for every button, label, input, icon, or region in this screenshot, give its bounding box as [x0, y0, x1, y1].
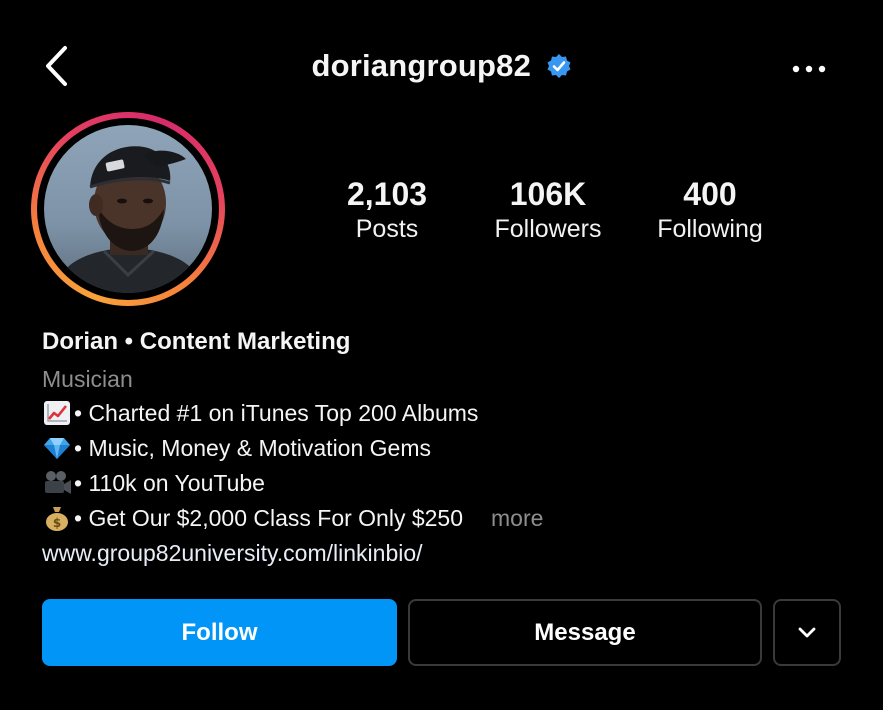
- bio-line-text: • Charted #1 on iTunes Top 200 Albums: [74, 400, 479, 426]
- follow-button-label: Follow: [181, 618, 258, 646]
- profile-bio: Dorian • Content Marketing Musician • Ch…: [42, 326, 842, 570]
- bio-line: • 110k on YouTube: [42, 466, 842, 501]
- follow-button[interactable]: Follow: [42, 599, 397, 666]
- movie-camera-emoji-icon: [42, 470, 72, 496]
- bio-line-text: • 110k on YouTube: [74, 470, 265, 496]
- more-horizontal-icon: [792, 65, 826, 73]
- bio-line: • Charted #1 on iTunes Top 200 Albums: [42, 396, 842, 431]
- posts-label: Posts: [355, 215, 419, 243]
- profile-category: Musician: [42, 366, 133, 392]
- following-label: Following: [657, 215, 763, 243]
- following-count: 400: [683, 176, 737, 212]
- svg-text:$: $: [53, 516, 61, 530]
- bio-website-link[interactable]: www.group82university.com/linkinbio/: [42, 536, 842, 570]
- bio-line-text: • Get Our $2,000 Class For Only $250: [74, 505, 464, 531]
- chart-increasing-emoji-icon: [42, 400, 72, 426]
- verified-badge-icon: [546, 53, 572, 79]
- gem-emoji-icon: [42, 435, 72, 461]
- bio-line-text: • Music, Money & Motivation Gems: [74, 435, 431, 461]
- followers-stat[interactable]: 106K Followers: [478, 174, 618, 244]
- posts-count: 2,103: [346, 176, 428, 212]
- message-button[interactable]: Message: [408, 599, 762, 666]
- profile-header: doriangroup82: [0, 0, 883, 130]
- chevron-down-icon: [798, 627, 816, 637]
- username-title: doriangroup82: [311, 48, 532, 83]
- following-stat[interactable]: 400 Following: [640, 174, 780, 244]
- bio-line: • Music, Money & Motivation Gems: [42, 431, 842, 466]
- followers-label: Followers: [494, 215, 602, 243]
- options-button[interactable]: [790, 58, 830, 80]
- followers-count: 106K: [509, 176, 587, 212]
- profile-avatar[interactable]: [31, 112, 225, 306]
- bio-more-link[interactable]: more: [491, 505, 543, 531]
- display-name: Dorian • Content Marketing: [42, 328, 351, 355]
- title-area: doriangroup82: [0, 48, 883, 84]
- suggested-accounts-button[interactable]: [773, 599, 841, 666]
- avatar-photo: [44, 125, 212, 293]
- money-bag-emoji-icon: $: [42, 505, 72, 531]
- message-button-label: Message: [534, 618, 636, 646]
- bio-line: $ • Get Our $2,000 Class For Only $250 mo…: [42, 501, 842, 536]
- posts-stat: 2,103 Posts: [337, 174, 437, 244]
